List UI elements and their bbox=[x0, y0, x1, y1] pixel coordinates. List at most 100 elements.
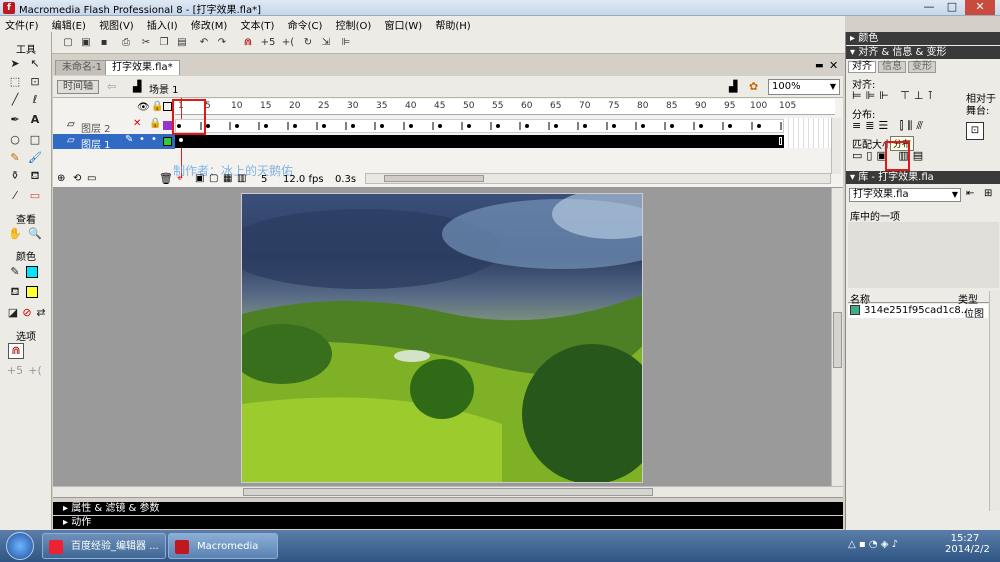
pen-tool-icon[interactable]: ✒ bbox=[6, 112, 24, 128]
onion-skin-icon[interactable]: ▣ bbox=[195, 173, 204, 184]
selection-tool-icon[interactable]: ➤ bbox=[6, 56, 24, 72]
properties-panel-header[interactable]: ▸ 属性 & 滤镜 & 参数 bbox=[53, 502, 843, 515]
outline-icon[interactable] bbox=[163, 102, 172, 111]
unlock-dot-icon[interactable]: • bbox=[151, 134, 157, 145]
modify-markers-icon[interactable]: ▥ bbox=[237, 173, 246, 184]
library-item[interactable]: 314e251f95cad1c8... 位图 bbox=[848, 304, 988, 320]
align-buttons-row[interactable]: ⊨⊫⊩ ⊤⊥⊺ bbox=[852, 89, 937, 102]
new-library-icon[interactable]: ⊞ bbox=[984, 188, 992, 199]
oval-tool-icon[interactable]: ○ bbox=[6, 132, 24, 148]
timeline-hscrollbar[interactable] bbox=[365, 173, 831, 184]
start-button[interactable] bbox=[6, 532, 34, 560]
menu-edit[interactable]: 编辑(E) bbox=[47, 16, 91, 33]
empty-frames[interactable] bbox=[784, 118, 831, 148]
tray-icons[interactable]: △ ▪ ◔ ◈ ♪ bbox=[848, 539, 898, 550]
zoom-select[interactable]: 100% ▼ bbox=[768, 79, 840, 95]
text-tool-icon[interactable]: A bbox=[26, 112, 44, 128]
actions-panel-header[interactable]: ▸ 动作 bbox=[53, 516, 843, 529]
align-toolbar-icon[interactable]: ⊫ bbox=[338, 35, 354, 50]
layer-2-frames[interactable] bbox=[175, 119, 785, 133]
swap-colors-icon[interactable]: ⇄ bbox=[32, 305, 50, 321]
stage-scroll-thumb[interactable] bbox=[243, 488, 653, 496]
menu-text[interactable]: 文本(T) bbox=[235, 16, 279, 33]
lasso-tool-icon[interactable]: ℓ bbox=[26, 92, 44, 108]
library-scrollbar[interactable] bbox=[989, 291, 1000, 511]
ink-bottle-icon[interactable]: ⚱ bbox=[6, 168, 24, 184]
paint-bucket-icon[interactable]: ⛾ bbox=[26, 168, 44, 184]
back-arrow-icon[interactable]: ⇦ bbox=[107, 80, 116, 93]
hand-tool-icon[interactable]: ✋ bbox=[6, 226, 24, 242]
tab-transform[interactable]: 变形 bbox=[908, 61, 936, 73]
visible-dot-icon[interactable]: • bbox=[139, 134, 145, 145]
menu-file[interactable]: 文件(F) bbox=[0, 16, 44, 33]
tab-current-document[interactable]: 打字效果.fla* bbox=[105, 60, 180, 75]
layer-color-swatch[interactable] bbox=[163, 137, 172, 146]
smooth-icon[interactable]: +5 bbox=[260, 35, 276, 50]
layer-row-selected[interactable]: ▱ 图层 1 ✎ • • bbox=[53, 134, 175, 151]
rotate-icon[interactable]: ↻ bbox=[300, 35, 316, 50]
add-layer-icon[interactable]: ⊕ bbox=[57, 173, 65, 184]
stage-landscape-image[interactable] bbox=[241, 193, 643, 483]
frame-ruler[interactable]: 1 5 10 15 20 25 30 35 40 45 50 55 60 65 … bbox=[175, 99, 835, 115]
edit-symbol-icon[interactable]: ✿ bbox=[749, 80, 758, 93]
edit-scene-icon[interactable]: ▟ bbox=[729, 80, 737, 93]
brush-tool-icon[interactable]: 🖌 bbox=[26, 150, 44, 166]
open-icon[interactable]: ▣ bbox=[78, 35, 94, 50]
add-folder-icon[interactable]: ▭ bbox=[87, 173, 96, 184]
menu-modify[interactable]: 修改(M) bbox=[186, 16, 232, 33]
clock[interactable]: 15:27 2014/2/2 bbox=[945, 533, 990, 555]
cut-icon[interactable]: ✂ bbox=[138, 35, 154, 50]
fill-color-swatch[interactable] bbox=[26, 286, 38, 298]
tab-align[interactable]: 对齐 bbox=[848, 61, 876, 73]
layer-row[interactable]: ▱ 图层 2 ✕ 🔒 bbox=[53, 118, 175, 135]
layer-color-swatch[interactable] bbox=[163, 121, 172, 130]
layer-name[interactable]: 图层 2 bbox=[81, 120, 111, 135]
menu-window[interactable]: 窗口(W) bbox=[379, 16, 427, 33]
taskbar-item-editor[interactable]: 百度经验_编辑器 ... bbox=[42, 533, 166, 559]
library-panel-header[interactable]: ▾ 库 - 打字效果.fla bbox=[846, 171, 1000, 184]
add-guide-icon[interactable]: ⟲ bbox=[73, 173, 81, 184]
stage-vscrollbar[interactable] bbox=[831, 188, 843, 486]
onion-outline-icon[interactable]: ▢ bbox=[209, 173, 218, 184]
subselection-tool-icon[interactable]: ↖ bbox=[26, 56, 44, 72]
fill-transform-icon[interactable]: ⊡ bbox=[26, 74, 44, 90]
redo-icon[interactable]: ↷ bbox=[214, 35, 230, 50]
delete-layer-icon[interactable]: 🗑 bbox=[159, 172, 173, 185]
eye-icon[interactable]: 👁 bbox=[137, 102, 150, 113]
menu-commands[interactable]: 命令(C) bbox=[283, 16, 328, 33]
print-icon[interactable]: ⎙ bbox=[118, 35, 134, 50]
close-button[interactable]: ✕ bbox=[965, 0, 995, 15]
save-icon[interactable]: ▪ bbox=[96, 35, 112, 50]
stroke-color-swatch[interactable] bbox=[26, 266, 38, 278]
scale-icon[interactable]: ⇲ bbox=[318, 35, 334, 50]
center-frame-icon[interactable]: ⌖ bbox=[177, 173, 183, 184]
rectangle-tool-icon[interactable]: □ bbox=[26, 132, 44, 148]
new-icon[interactable]: ▢ bbox=[60, 35, 76, 50]
hidden-x-icon[interactable]: ✕ bbox=[133, 118, 141, 129]
scroll-thumb[interactable] bbox=[384, 175, 484, 182]
snap-magnet-icon[interactable]: ⋒ bbox=[240, 35, 256, 50]
pin-library-icon[interactable]: ⇤ bbox=[966, 188, 974, 199]
lock-icon[interactable]: 🔒 bbox=[151, 101, 163, 112]
menu-help[interactable]: 帮助(H) bbox=[430, 16, 475, 33]
snap-to-objects-icon[interactable]: ⋒ bbox=[8, 343, 24, 359]
frame-rate[interactable]: 12.0 fps bbox=[283, 174, 324, 185]
timeline-vscrollbar[interactable] bbox=[831, 118, 841, 174]
close-document-icon[interactable]: ✕ bbox=[829, 59, 838, 72]
straighten-option-icon[interactable]: +( bbox=[26, 363, 44, 379]
layer-lock-icon[interactable]: 🔒 bbox=[149, 118, 161, 129]
tab-info[interactable]: 信息 bbox=[878, 61, 906, 73]
tab-untitled[interactable]: 未命名-1 bbox=[55, 60, 109, 75]
minimize-button[interactable]: — bbox=[918, 0, 940, 15]
stage-hscrollbar[interactable] bbox=[53, 486, 843, 497]
edit-multiple-icon[interactable]: ▦ bbox=[223, 173, 232, 184]
free-transform-icon[interactable]: ⬚ bbox=[6, 74, 24, 90]
library-select[interactable]: 打字效果.fla ▼ bbox=[849, 188, 961, 202]
taskbar-item-flash[interactable]: Macromedia Fla... bbox=[168, 533, 278, 559]
zoom-tool-icon[interactable]: 🔍 bbox=[26, 226, 44, 242]
straighten-icon[interactable]: +( bbox=[280, 35, 296, 50]
layer-name[interactable]: 图层 1 bbox=[81, 136, 111, 151]
eyedropper-icon[interactable]: ⁄ bbox=[6, 188, 24, 204]
copy-icon[interactable]: ❐ bbox=[156, 35, 172, 50]
stage-vscroll-thumb[interactable] bbox=[833, 312, 842, 368]
